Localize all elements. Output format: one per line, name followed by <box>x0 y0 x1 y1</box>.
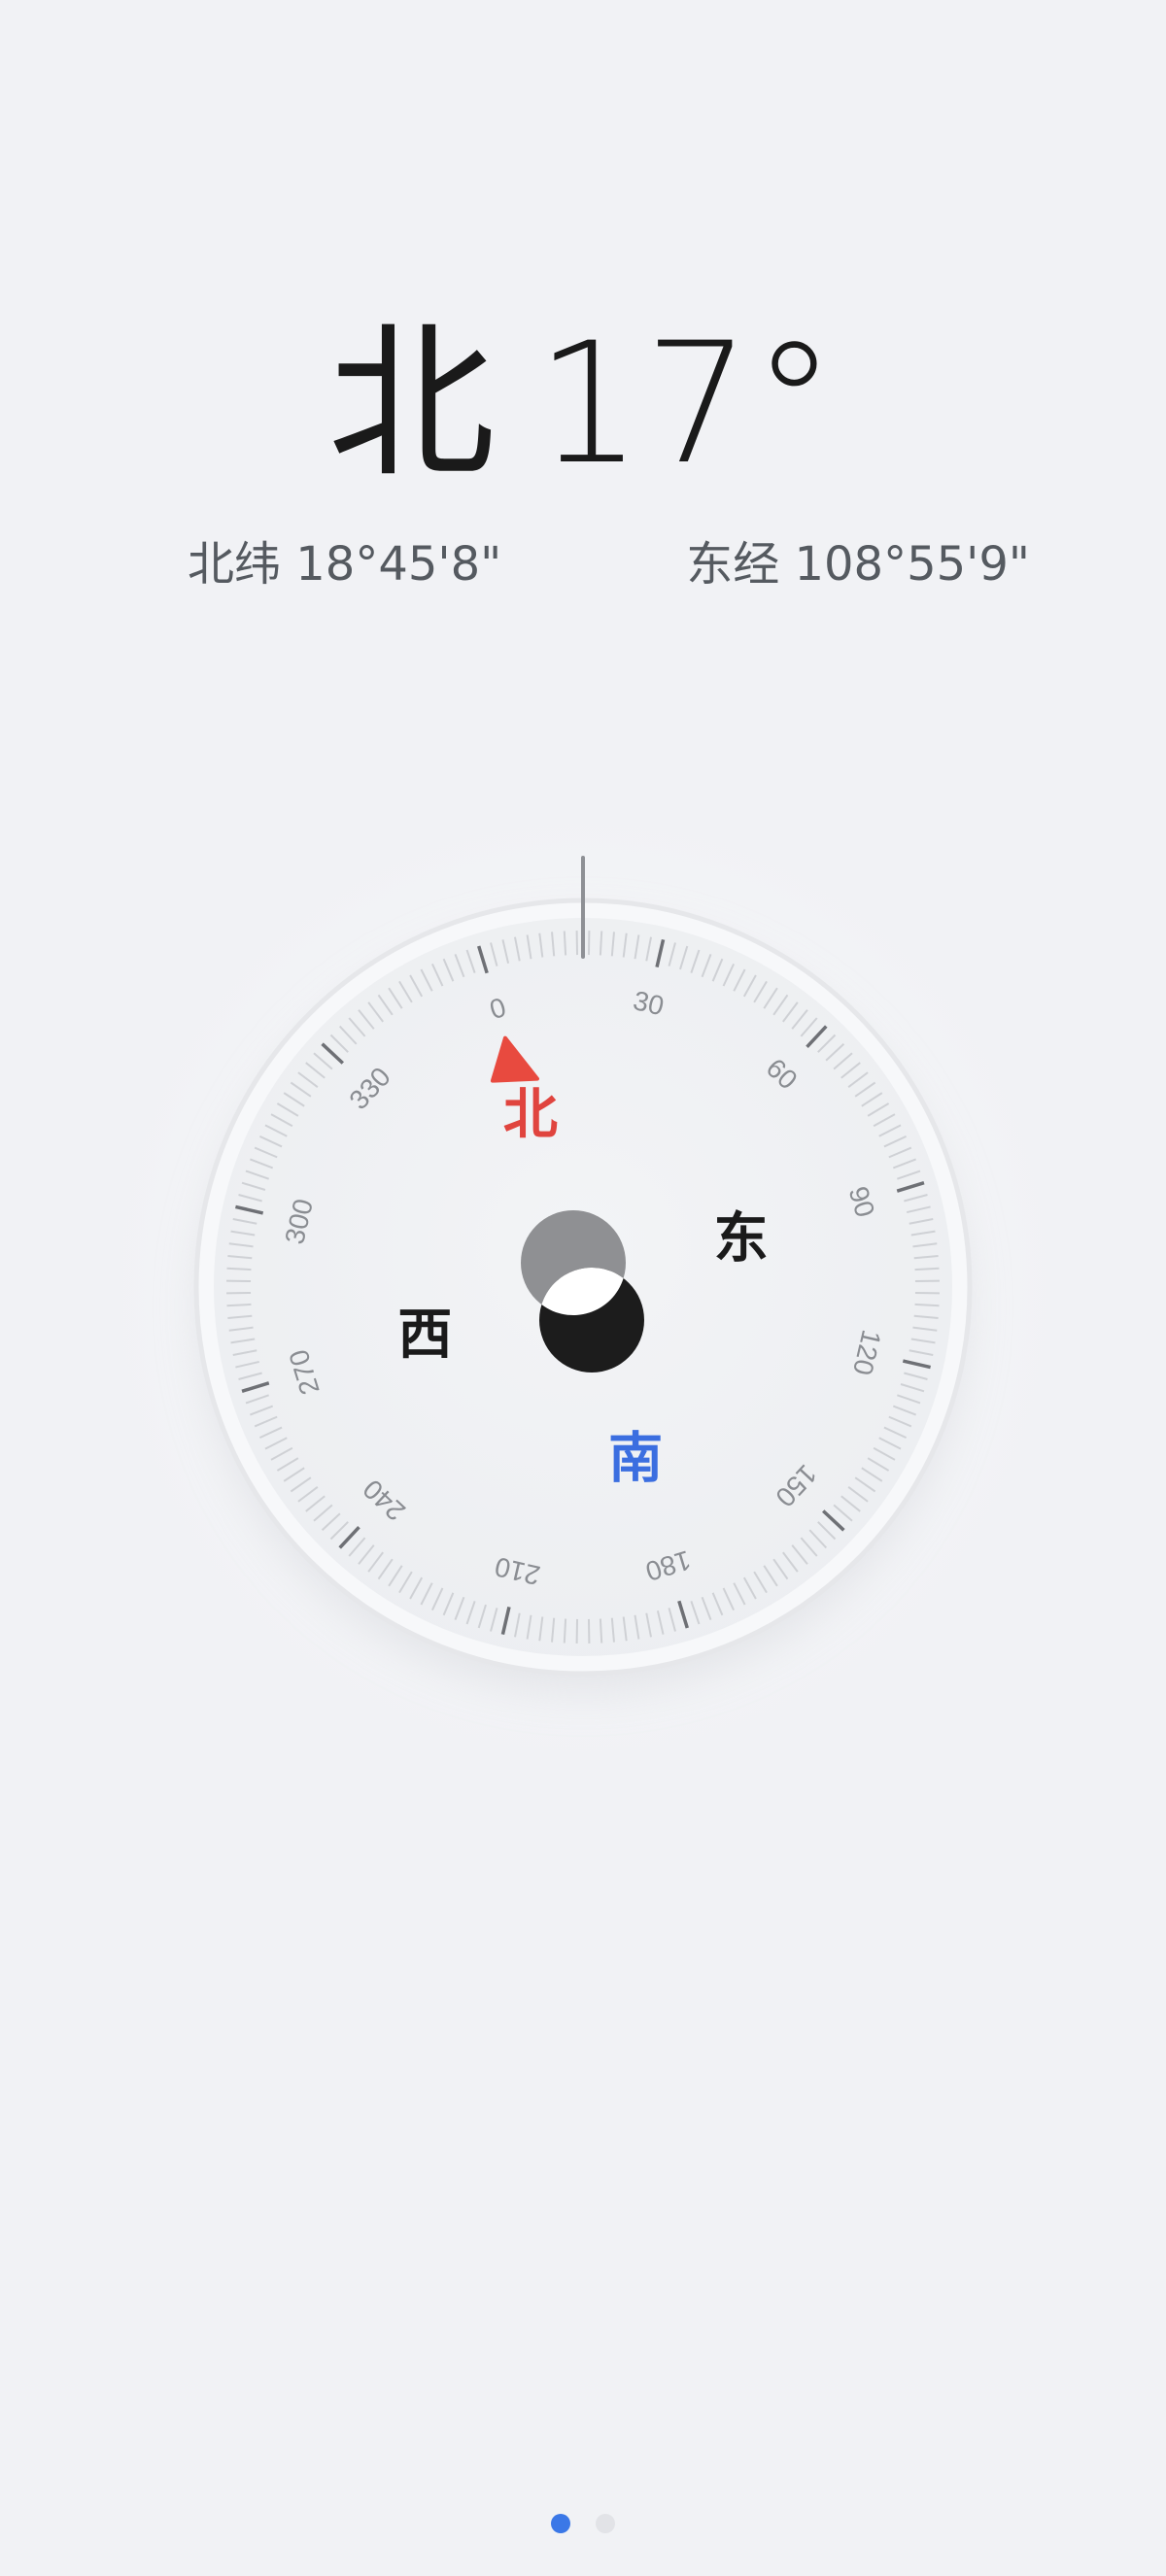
page-indicator <box>0 2514 1166 2533</box>
cardinal-north: 北 <box>503 1084 558 1147</box>
minor-tick <box>563 1618 567 1644</box>
minor-tick <box>599 1618 603 1644</box>
page-dot-1[interactable] <box>551 2514 570 2533</box>
compass-screen: 北 17° 北纬 18°45'8" 东经 108°55'9" 0 30 60 9… <box>0 0 1166 2576</box>
minor-tick <box>599 931 603 956</box>
cardinal-east: 东 <box>714 1207 769 1271</box>
cardinal-south: 南 <box>608 1427 663 1490</box>
page-dot-2[interactable] <box>596 2514 615 2533</box>
minor-tick <box>226 1267 252 1271</box>
cardinal-west: 西 <box>397 1304 452 1367</box>
minor-tick <box>563 931 567 956</box>
minor-tick <box>914 1267 940 1271</box>
compass[interactable]: 0 30 60 90 120 150 180 210 240 270 300 330 北东南西 <box>0 0 1166 2576</box>
